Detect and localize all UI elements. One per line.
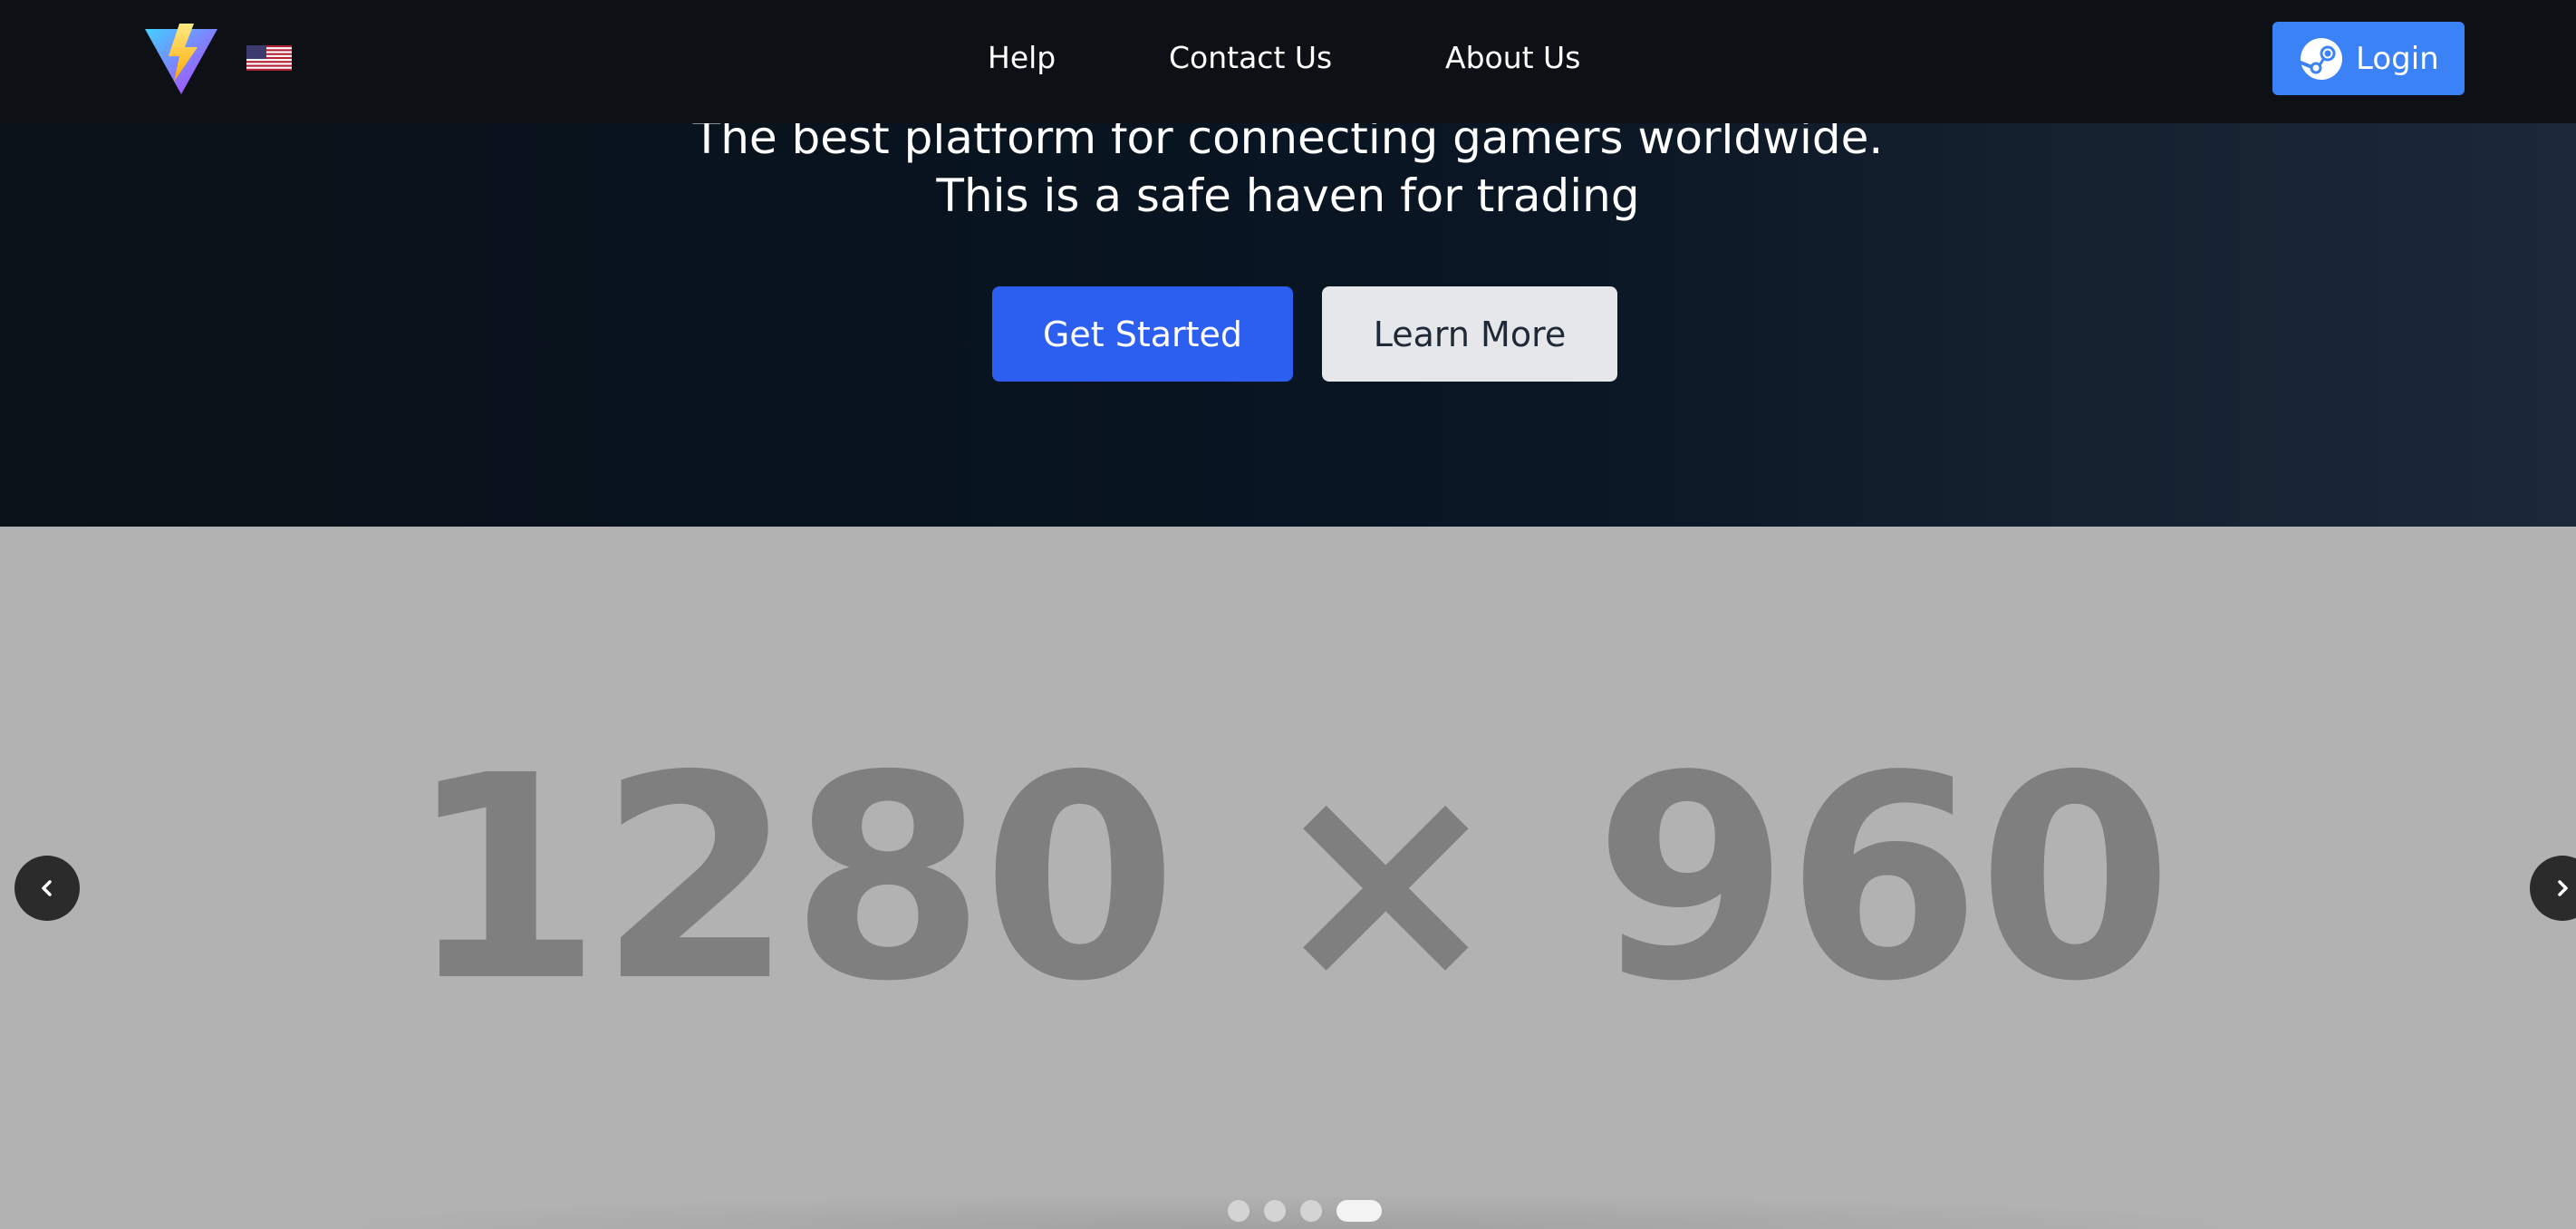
tagline-line-2: This is a safe haven for trading [936,169,1640,222]
login-button[interactable]: Login [2272,22,2465,95]
get-started-button[interactable]: Get Started [992,286,1293,382]
nav-link-about-us[interactable]: About Us [1445,38,1580,78]
placeholder-image-text: 1280 × 960 [406,716,2173,1043]
chevron-right-icon [2558,880,2568,896]
nav-link-help[interactable]: Help [988,38,1056,78]
hero-tagline: The best platform for connecting gamers … [0,109,2576,225]
carousel-dot-1[interactable] [1228,1200,1249,1222]
chevron-left-icon [42,880,52,896]
us-flag-icon[interactable] [246,45,292,71]
carousel-dot-3[interactable] [1300,1200,1322,1222]
carousel-prev-button[interactable] [14,856,80,921]
steam-icon [2300,37,2342,80]
image-carousel: 1280 × 960 [0,527,2576,1229]
learn-more-button[interactable]: Learn More [1322,286,1617,382]
top-navbar: Help Contact Us About Us Login [0,0,2576,123]
carousel-indicators [1228,1200,1382,1222]
lightning-triangle-logo[interactable] [143,22,219,98]
carousel-dot-2[interactable] [1264,1200,1286,1222]
carousel-dot-4-active[interactable] [1336,1200,1382,1222]
login-label: Login [2356,40,2439,77]
nav-link-contact-us[interactable]: Contact Us [1169,38,1332,78]
